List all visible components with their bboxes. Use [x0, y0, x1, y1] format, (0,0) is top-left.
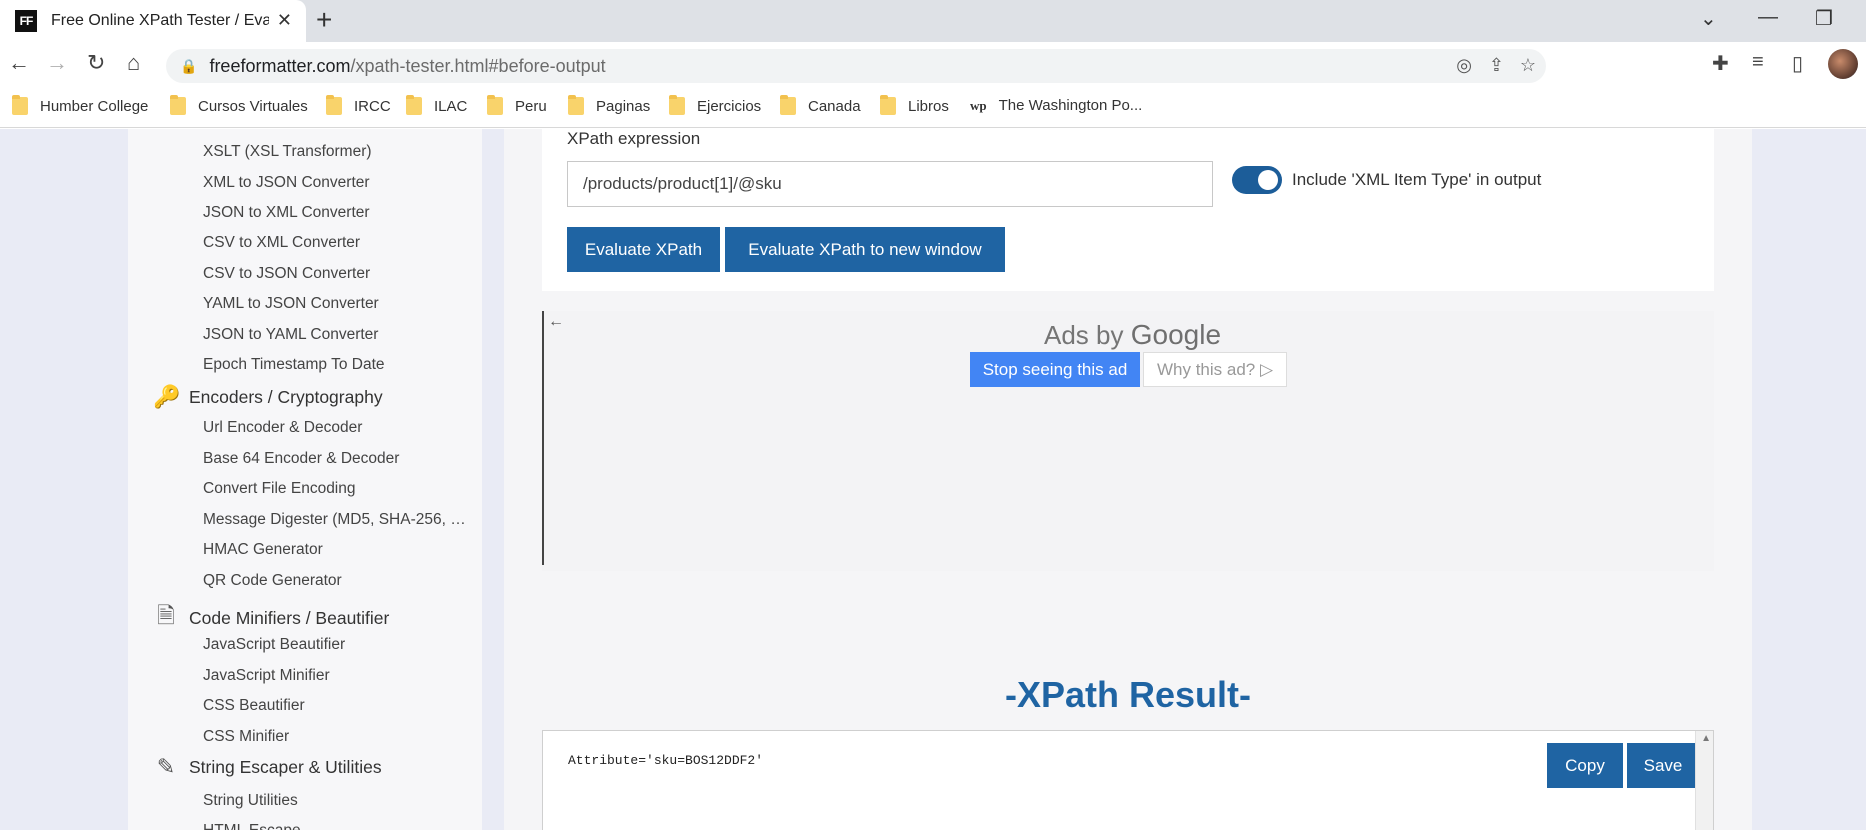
sidebar-link-js-beautifier[interactable]: JavaScript Beautifier	[203, 636, 471, 654]
bookmark-ejercicios[interactable]: Ejercicios	[669, 95, 761, 115]
sidebar-link-epoch-timestamp[interactable]: Epoch Timestamp To Date	[203, 356, 471, 374]
bookmark-ircc[interactable]: IRCC	[326, 95, 391, 115]
why-this-ad-button[interactable]: Why this ad? ▷	[1143, 352, 1287, 387]
sidebar-link-url-encoder[interactable]: Url Encoder & Decoder	[203, 419, 471, 437]
bookmark-washington-post[interactable]: wp The Washington Po...	[970, 97, 1142, 114]
minimize-icon[interactable]: —	[1758, 6, 1778, 29]
sidebar-link-convert-encoding[interactable]: Convert File Encoding	[203, 480, 471, 498]
address-bar[interactable]: 🔒 freeformatter.com/xpath-tester.html#be…	[166, 49, 1546, 83]
sidebar-link-qr-code[interactable]: QR Code Generator	[203, 572, 471, 590]
sidebar-nav: XSLT (XSL Transformer) XML to JSON Conve…	[128, 129, 482, 830]
sidebar-link-js-minifier[interactable]: JavaScript Minifier	[203, 667, 471, 685]
tracking-eye-off-icon[interactable]: ◎	[1456, 55, 1472, 76]
key-icon: 🔑	[153, 384, 181, 409]
folder-icon	[568, 95, 584, 115]
xpath-form-card: XPath expression Include 'XML Item Type'…	[542, 129, 1714, 291]
reload-icon[interactable]: ↻	[87, 50, 105, 76]
folder-icon	[880, 95, 896, 115]
sidebar-link-css-minifier[interactable]: CSS Minifier	[203, 728, 471, 746]
folder-icon	[170, 95, 186, 115]
tab-search-chevron-icon[interactable]: ⌄	[1700, 6, 1717, 31]
bookmark-libros[interactable]: Libros	[880, 95, 949, 115]
new-tab-icon[interactable]: +	[316, 6, 332, 34]
sidebar-link-yaml-to-json[interactable]: YAML to JSON Converter	[203, 295, 471, 313]
sidebar-link-json-to-xml[interactable]: JSON to XML Converter	[203, 204, 471, 222]
washington-post-icon: wp	[970, 97, 987, 113]
browser-toolbar: ← → ↻ ⌂ 🔒 freeformatter.com/xpath-tester…	[0, 42, 1866, 88]
sidebar-link-string-utilities[interactable]: String Utilities	[203, 792, 471, 810]
sidebar-category-encoders[interactable]: 🔑 Encoders / Cryptography	[153, 384, 383, 410]
url-path: /xpath-tester.html#before-output	[350, 55, 606, 76]
ad-back-arrow-icon[interactable]: ←	[548, 313, 564, 331]
folder-icon	[406, 95, 422, 115]
result-scrollbar[interactable]: ▲	[1695, 731, 1713, 830]
tab-title: Free Online XPath Tester / Evalua	[51, 12, 269, 29]
sidebar-category-minifiers[interactable]: 🗎 Code Minifiers / Beautifier	[153, 599, 389, 637]
save-button[interactable]: Save	[1627, 743, 1699, 788]
file-zip-icon: 🗎	[157, 603, 175, 628]
bookmark-star-icon[interactable]: ☆	[1520, 55, 1536, 76]
include-xml-item-type-label: Include 'XML Item Type' in output	[1292, 170, 1542, 189]
sidebar-link-css-beautifier[interactable]: CSS Beautifier	[203, 697, 471, 715]
share-icon[interactable]: ⇪	[1489, 55, 1504, 76]
toggle-knob	[1258, 170, 1278, 190]
bookmark-cursos-virtuales[interactable]: Cursos Virtuales	[170, 95, 308, 115]
page-content: XSLT (XSL Transformer) XML to JSON Conve…	[0, 129, 1866, 830]
include-xml-item-type-toggle[interactable]	[1232, 166, 1282, 194]
sidebar-link-csv-to-xml[interactable]: CSV to XML Converter	[203, 234, 471, 252]
url-host: freeformatter.com	[209, 55, 351, 76]
sidebar-link-xml-to-json[interactable]: XML to JSON Converter	[203, 174, 471, 192]
tab-close-icon[interactable]: ✕	[277, 10, 292, 31]
stop-seeing-ad-button[interactable]: Stop seeing this ad	[970, 352, 1140, 387]
evaluate-xpath-button[interactable]: Evaluate XPath	[567, 227, 720, 272]
sidebar-link-csv-to-json[interactable]: CSV to JSON Converter	[203, 265, 471, 283]
side-panel-icon[interactable]: ▯	[1792, 51, 1803, 76]
folder-icon	[780, 95, 796, 115]
bookmark-canada[interactable]: Canada	[780, 95, 861, 115]
main-content: XPath expression Include 'XML Item Type'…	[504, 129, 1752, 830]
ads-by-google-label: Ads by Google	[1044, 319, 1222, 350]
forward-icon[interactable]: →	[46, 50, 68, 76]
bookmark-ilac[interactable]: ILAC	[406, 95, 467, 115]
bookmark-peru[interactable]: Peru	[487, 95, 547, 115]
lock-icon[interactable]: 🔒	[180, 58, 197, 75]
back-icon[interactable]: ←	[8, 50, 30, 76]
sidebar-link-hmac[interactable]: HMAC Generator	[203, 541, 471, 559]
xpath-result-text[interactable]: Attribute='sku=BOS12DDF2'	[568, 753, 763, 768]
copy-button[interactable]: Copy	[1547, 743, 1623, 788]
browser-tab-strip: FF Free Online XPath Tester / Evalua ✕ +…	[0, 0, 1866, 42]
folder-icon	[487, 95, 503, 115]
xpath-expression-label: XPath expression	[567, 129, 701, 148]
freeformatter-favicon-icon: FF	[15, 10, 37, 32]
evaluate-xpath-new-window-button[interactable]: Evaluate XPath to new window	[725, 227, 1005, 272]
sidebar-category-string[interactable]: ✎ String Escaper & Utilities	[153, 754, 382, 780]
folder-icon	[12, 95, 28, 115]
bookmark-humber-college[interactable]: Humber College	[12, 95, 148, 115]
folder-icon	[326, 95, 342, 115]
bookmarks-bar: Humber College Cursos Virtuales IRCC ILA…	[0, 88, 1866, 128]
extensions-puzzle-icon[interactable]: ✚	[1712, 51, 1729, 76]
xpath-result-title: -XPath Result-	[1004, 674, 1252, 715]
sidebar-link-json-to-yaml[interactable]: JSON to YAML Converter	[203, 326, 471, 344]
reading-list-icon[interactable]: ≡	[1752, 51, 1764, 74]
home-icon[interactable]: ⌂	[127, 50, 140, 76]
restore-icon[interactable]: ❐	[1815, 6, 1833, 31]
folder-icon	[669, 95, 685, 115]
bookmark-paginas[interactable]: Paginas	[568, 95, 650, 115]
ad-divider	[542, 311, 544, 565]
sidebar-link-message-digester[interactable]: Message Digester (MD5, SHA-256, SHA-512)	[203, 511, 471, 529]
sidebar-link-xslt[interactable]: XSLT (XSL Transformer)	[203, 143, 471, 161]
browser-tab-active[interactable]: FF Free Online XPath Tester / Evalua ✕	[0, 0, 306, 42]
xpath-expression-input[interactable]	[567, 161, 1213, 207]
scroll-up-arrow-icon[interactable]: ▲	[1701, 733, 1711, 744]
xpath-result-box: Attribute='sku=BOS12DDF2' Copy Save ▲	[542, 730, 1714, 830]
google-ad-frame: ← Ads by Google Stop seeing this ad Why …	[542, 311, 1714, 571]
profile-avatar[interactable]	[1828, 49, 1858, 79]
sidebar-link-base64[interactable]: Base 64 Encoder & Decoder	[203, 450, 471, 468]
magic-wand-icon: ✎	[156, 754, 176, 779]
sidebar-link-html-escape[interactable]: HTML Escape	[203, 822, 471, 830]
